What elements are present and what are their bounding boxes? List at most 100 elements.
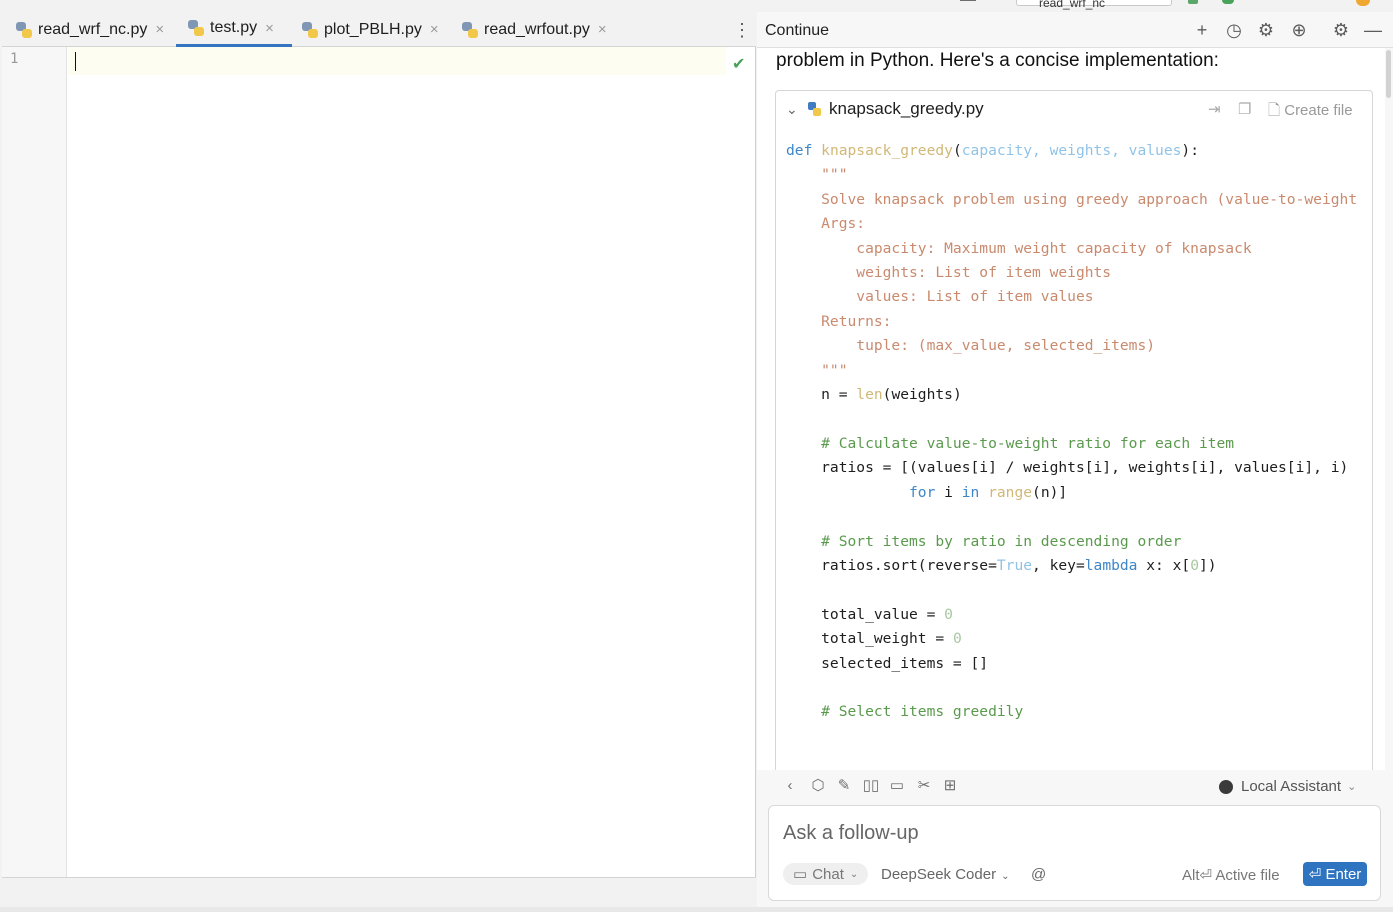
mode-label: Chat	[812, 865, 844, 883]
code-line: Args:	[786, 215, 866, 233]
chevron-down-icon[interactable]: ⌄	[786, 101, 798, 118]
comment-icon[interactable]: ▭	[888, 777, 906, 795]
chevron-down-icon: ⌄	[1347, 781, 1357, 793]
window-top-strip: read_wrf_nc	[0, 0, 1393, 12]
tab-label: read_wrf_nc.py	[38, 20, 148, 38]
code-line: for i in range(n)]	[909, 483, 1068, 501]
chat-scrollbar[interactable]	[1386, 48, 1392, 770]
code-line: capacity: Maximum weight capacity of kna…	[786, 239, 1252, 257]
pencil-icon[interactable]: ✎	[835, 777, 853, 795]
code-line: total_weight = 0	[786, 630, 962, 648]
code-line: # Select items greedily	[786, 703, 1024, 721]
code-block: ⌄ knapsack_greedy.py ⇥ ❐ 🗋 Create file d…	[775, 90, 1373, 770]
chat-history[interactable]: problem in Python. Here's a concise impl…	[757, 48, 1385, 770]
text-caret	[75, 52, 76, 71]
chevron-down-icon: ⌄	[1001, 871, 1010, 882]
code-line: ratios.sort(reverse=True, key=lambda x: …	[786, 556, 1217, 574]
current-line-highlight[interactable]	[68, 47, 726, 75]
tab-plot-pblh[interactable]: plot_PBLH.py ×	[302, 12, 439, 47]
no-problems-check-icon[interactable]: ✔	[732, 54, 745, 74]
comment-icon: ▭	[793, 866, 808, 883]
code-line: n = len(weights)	[786, 386, 962, 404]
python-file-icon	[808, 102, 822, 116]
active-file-button[interactable]: Alt⏎ Active file	[1182, 866, 1280, 884]
back-icon[interactable]: ‹	[781, 777, 799, 795]
cube-icon[interactable]: ⬡	[809, 777, 827, 795]
globe-icon[interactable]: ⊕	[1289, 20, 1309, 40]
code-line: Returns:	[786, 312, 892, 330]
python-file-icon	[462, 21, 478, 38]
window-menu-fragment[interactable]	[960, 0, 976, 1]
gear-icon[interactable]: ⚙	[1256, 20, 1276, 40]
code-line: total_value = 0	[786, 605, 953, 623]
code-line: selected_items = []	[786, 654, 989, 672]
debug-icon[interactable]	[1222, 0, 1234, 4]
code-line: # Calculate value-to-weight ratio for ea…	[786, 434, 1235, 452]
tab-read-wrf-nc[interactable]: read_wrf_nc.py ×	[16, 12, 164, 47]
assistant-label: Local Assistant	[1241, 778, 1342, 795]
tab-label: read_wrfout.py	[484, 20, 590, 38]
tab-test[interactable]: test.py ×	[176, 12, 292, 47]
code-line: def knapsack_greedy(capacity, weights, v…	[786, 142, 1199, 159]
more-tabs-icon[interactable]: ⋮	[733, 20, 751, 40]
code-line: weights: List of item weights	[786, 264, 1112, 282]
python-file-icon	[188, 20, 204, 36]
python-file-icon	[302, 21, 318, 38]
window-bottom-edge	[0, 907, 1393, 912]
code-line: # Sort items by ratio in descending orde…	[786, 532, 1182, 550]
close-icon[interactable]: ×	[265, 20, 274, 37]
python-file-icon	[16, 21, 32, 38]
code-line: """	[786, 166, 848, 184]
input-placeholder: Ask a follow-up	[783, 822, 919, 844]
plus-icon[interactable]: +	[1192, 20, 1212, 40]
minimize-icon[interactable]: —	[1363, 20, 1383, 40]
copy-icon[interactable]: ❐	[1238, 100, 1251, 118]
editor-tab-bar: read_wrf_nc.py × test.py × plot_PBLH.py …	[2, 12, 756, 47]
line-number: 1	[10, 51, 19, 67]
grid-icon[interactable]: ⊞	[941, 777, 959, 795]
run-config-label: read_wrf_nc	[1039, 0, 1106, 10]
model-label: DeepSeek Coder	[881, 866, 997, 883]
code-line: tuple: (max_value, selected_items)	[786, 337, 1156, 355]
tab-read-wrfout[interactable]: read_wrfout.py ×	[462, 12, 607, 47]
code-line: ratios = [(values[i] / weights[i], weigh…	[786, 459, 1349, 477]
create-file-label: Create file	[1284, 102, 1353, 119]
mention-icon[interactable]: @	[1031, 866, 1046, 883]
code-filename: knapsack_greedy.py	[829, 99, 984, 118]
code-line: """	[786, 361, 848, 379]
close-icon[interactable]: ×	[598, 21, 607, 38]
chevron-down-icon: ⌄	[849, 868, 859, 880]
run-config-selector[interactable]: read_wrf_nc	[1016, 0, 1172, 10]
model-selector[interactable]: DeepSeek Coder ⌄	[881, 866, 1009, 883]
line-gutter: 1	[2, 47, 67, 877]
code-editor: read_wrf_nc.py × test.py × plot_PBLH.py …	[2, 12, 756, 907]
run-icon[interactable]	[1188, 0, 1198, 4]
tab-label: plot_PBLH.py	[324, 20, 422, 38]
enter-button[interactable]: ⏎ Enter	[1303, 862, 1367, 886]
assistant-icon	[1219, 779, 1233, 794]
tools-icon[interactable]: ✂	[915, 777, 933, 795]
create-file-button[interactable]: 🗋 Create file	[1268, 100, 1353, 125]
avatar[interactable]	[1356, 0, 1370, 6]
history-icon[interactable]: ◷	[1224, 20, 1244, 40]
insert-at-cursor-icon[interactable]: ⇥	[1208, 100, 1221, 118]
followup-input[interactable]: Ask a follow-up ▭ Chat ⌄ DeepSeek Coder ⌄…	[768, 805, 1381, 901]
continue-panel: Continue + ◷ ⚙ ⊕ ⚙ — problem in Python. …	[757, 12, 1393, 907]
tab-label: test.py	[210, 19, 258, 36]
panel-header: Continue + ◷ ⚙ ⊕ ⚙ —	[757, 12, 1393, 48]
assistant-selector[interactable]: Local Assistant ⌄	[1219, 778, 1356, 795]
code-block-header: ⌄ knapsack_greedy.py ⇥ ❐ 🗋 Create file	[776, 91, 1372, 129]
scroll-thumb[interactable]	[1386, 50, 1391, 98]
mode-selector[interactable]: ▭ Chat ⌄	[783, 863, 869, 885]
code-line: Solve knapsack problem using greedy appr…	[786, 190, 1358, 208]
book-icon[interactable]: ▯▯	[862, 777, 880, 795]
close-icon[interactable]: ×	[430, 21, 439, 38]
editor-status-bar	[2, 877, 756, 907]
assistant-message-text: problem in Python. Here's a concise impl…	[776, 50, 1219, 71]
code-content[interactable]: def knapsack_greedy(capacity, weights, v…	[786, 139, 1357, 725]
close-icon[interactable]: ×	[155, 21, 164, 38]
settings-icon[interactable]: ⚙	[1331, 20, 1351, 40]
